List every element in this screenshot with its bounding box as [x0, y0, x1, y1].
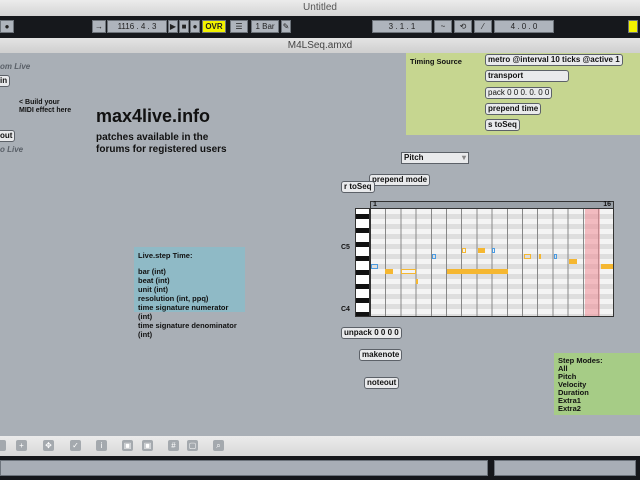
patcher-toolbar: + ✥ ✓ i ▣ ▣ # ▢ ⌕: [0, 436, 640, 456]
play-button[interactable]: ▶: [168, 20, 178, 33]
live-step-time-panel: Live.step Time: bar (int) beat (int) uni…: [134, 247, 245, 339]
cpu-meter-icon: [628, 20, 638, 33]
makenote-object[interactable]: makenote: [359, 349, 403, 361]
status-bar: [0, 456, 640, 480]
live-step-item: unit (int): [138, 285, 168, 294]
piano-keyboard[interactable]: [355, 208, 370, 317]
mode-menu-value: Pitch: [404, 153, 424, 162]
automation-icon[interactable]: ☰: [230, 20, 248, 33]
step-mode-item: Extra2: [558, 404, 581, 413]
build-hint-2: MIDI effect here: [19, 107, 72, 114]
status-field-right: [494, 460, 636, 476]
midiout-object[interactable]: out: [0, 130, 16, 142]
record-icon[interactable]: ●: [0, 20, 14, 33]
unpack-object[interactable]: unpack 0 0 0 0: [341, 327, 402, 339]
chevron-down-icon: ▾: [461, 153, 466, 162]
subtitle-2: forums for registered users: [96, 144, 227, 155]
prepend-mode-object[interactable]: prepend mode: [369, 174, 431, 186]
live-step-item: resolution (int, ppq): [138, 294, 209, 303]
live-step-item: time signature numerator (int): [138, 303, 229, 321]
send-back-icon[interactable]: ▣: [142, 440, 153, 451]
label-c4: C4: [341, 306, 350, 313]
note[interactable]: [371, 264, 378, 269]
metro-object[interactable]: metro @interval 10 ticks @active 1: [485, 54, 623, 66]
headline: max4live.info: [96, 106, 211, 126]
status-field: [0, 460, 488, 476]
note[interactable]: [478, 248, 485, 253]
transport-bar: ● → 1116 . 4 . 3 ▶ ■ ● OVR ☰ 1 Bar ✎ 3 .…: [0, 16, 640, 38]
note[interactable]: [401, 269, 416, 274]
note[interactable]: [432, 254, 436, 259]
note[interactable]: [554, 254, 557, 259]
note[interactable]: [601, 264, 613, 269]
pencil-icon[interactable]: ✎: [281, 20, 291, 33]
note[interactable]: [524, 254, 531, 259]
step-modes-title: Step Modes:: [558, 356, 603, 365]
follow-icon[interactable]: →: [92, 20, 106, 33]
overdub-button[interactable]: OVR: [202, 20, 226, 33]
step-modes-panel: Step Modes: All Pitch Velocity Duration …: [554, 353, 640, 415]
note[interactable]: [416, 279, 418, 284]
to-live-comment: o Live: [0, 145, 24, 154]
label-c5: C5: [341, 244, 350, 251]
from-live-comment: om Live: [0, 62, 31, 71]
loop-icon[interactable]: ⟲: [454, 20, 472, 33]
live-step-item: beat (int): [138, 276, 170, 285]
presentation-icon[interactable]: ✓: [70, 440, 81, 451]
bring-front-icon[interactable]: ▣: [122, 440, 133, 451]
note[interactable]: [539, 254, 541, 259]
live-step-item: bar (int): [138, 267, 166, 276]
step-sequencer-grid[interactable]: [370, 208, 614, 317]
note[interactable]: [492, 248, 495, 253]
playhead-step: [585, 209, 600, 316]
note[interactable]: [462, 248, 466, 253]
note[interactable]: [569, 259, 577, 264]
record-button[interactable]: ●: [190, 20, 200, 33]
zoom-icon[interactable]: ⌕: [213, 440, 224, 451]
note[interactable]: [385, 269, 393, 274]
loop-start[interactable]: 3 . 1 . 1: [372, 20, 432, 33]
inspector-icon[interactable]: i: [96, 440, 107, 451]
note[interactable]: [447, 269, 508, 274]
new-object-icon[interactable]: +: [16, 440, 27, 451]
live-step-title: Live.step Time:: [138, 251, 193, 260]
subtitle-1: patches available in the: [96, 132, 209, 143]
punch-out-icon[interactable]: ⁄: [474, 20, 492, 33]
prepend-time-object[interactable]: prepend time: [485, 103, 542, 115]
live-step-item: time signature denominator (int): [138, 321, 237, 339]
document-title: M4LSeq.amxd: [0, 38, 640, 53]
noteout-object[interactable]: noteout: [364, 377, 400, 389]
loop-length[interactable]: 4 . 0 . 0: [494, 20, 554, 33]
midiin-object[interactable]: in: [0, 75, 11, 87]
snap-icon[interactable]: ▢: [187, 440, 198, 451]
pack-object[interactable]: pack 0 0 0. 0. 0 0: [485, 87, 553, 99]
song-position[interactable]: 1116 . 4 . 3: [107, 20, 167, 33]
receive-toseq-object[interactable]: r toSeq: [341, 181, 375, 193]
send-toseq-object[interactable]: s toSeq: [485, 119, 520, 131]
mode-menu[interactable]: Pitch ▾: [401, 152, 469, 164]
lock-icon[interactable]: [0, 440, 6, 451]
quantize-select[interactable]: 1 Bar: [251, 20, 279, 33]
window-title: Untitled: [0, 0, 640, 16]
transport-object[interactable]: transport: [485, 70, 569, 82]
grid-icon[interactable]: #: [168, 440, 179, 451]
punch-in-icon[interactable]: ~: [434, 20, 452, 33]
timing-source-title: Timing Source: [410, 57, 462, 66]
build-hint-1: < Build your: [19, 99, 60, 106]
stop-button[interactable]: ■: [179, 20, 189, 33]
move-icon[interactable]: ✥: [43, 440, 54, 451]
